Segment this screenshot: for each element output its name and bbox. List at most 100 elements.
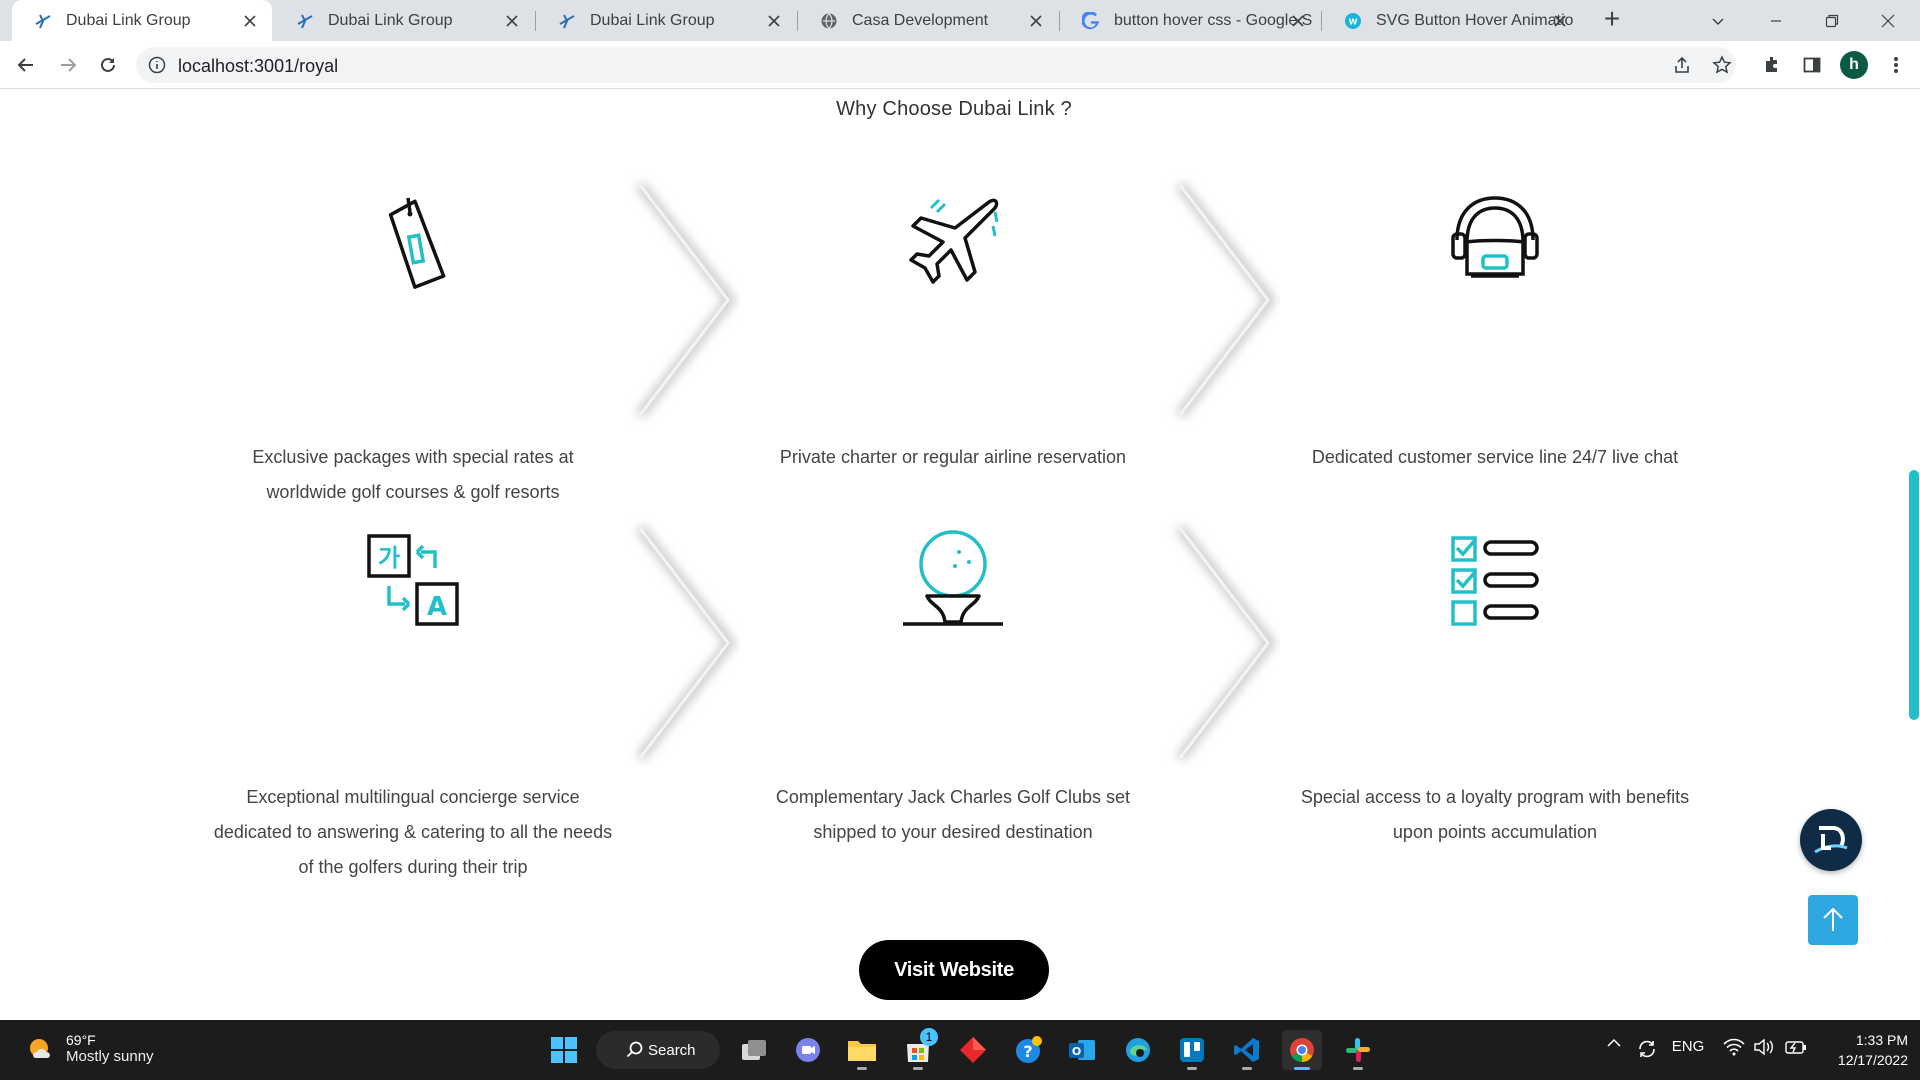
site-info-icon[interactable] bbox=[148, 56, 166, 74]
wifi-icon[interactable] bbox=[1720, 1038, 1748, 1056]
browser-tab[interactable]: Dubai Link Group bbox=[536, 0, 796, 41]
sync-icon[interactable] bbox=[1634, 1038, 1660, 1060]
dubai-link-logo-badge[interactable] bbox=[1800, 809, 1862, 871]
minimize-button[interactable] bbox=[1748, 0, 1804, 41]
back-button[interactable] bbox=[10, 49, 42, 81]
browser-toolbar: localhost:3001/royal h bbox=[0, 41, 1920, 89]
trello-icon bbox=[1180, 1038, 1204, 1062]
side-panel-icon[interactable] bbox=[1800, 53, 1824, 77]
share-icon[interactable] bbox=[1670, 53, 1694, 77]
outlook-icon: O bbox=[1069, 1040, 1095, 1060]
globe-icon bbox=[820, 12, 838, 30]
chevron-separator bbox=[1176, 181, 1277, 419]
slack-button[interactable] bbox=[1338, 1030, 1378, 1070]
tab-separator bbox=[1059, 11, 1060, 31]
tab-separator bbox=[535, 11, 536, 31]
forward-button[interactable] bbox=[52, 49, 84, 81]
vscode-button[interactable] bbox=[1227, 1030, 1267, 1070]
help-app-button[interactable]: ? bbox=[1008, 1030, 1048, 1070]
svg-text:O: O bbox=[1072, 1045, 1081, 1058]
vscode-icon bbox=[1234, 1038, 1259, 1062]
tab-close-icon[interactable] bbox=[764, 11, 784, 31]
partly-sunny-icon bbox=[30, 1039, 50, 1058]
folder-icon bbox=[848, 1041, 876, 1061]
feature-text: Exclusive packages with special rates at… bbox=[252, 447, 574, 502]
svg-text:W: W bbox=[1349, 17, 1358, 26]
browser-tab[interactable]: W SVG Button Hover Animatio bbox=[1322, 0, 1582, 41]
tab-title: button hover css - Google S bbox=[1114, 11, 1313, 29]
show-hidden-icons-chevron-icon[interactable] bbox=[1604, 1038, 1624, 1048]
file-explorer-button[interactable] bbox=[842, 1030, 882, 1070]
tab-close-icon[interactable] bbox=[240, 11, 260, 31]
tab-title: Casa Development bbox=[852, 11, 989, 29]
start-button[interactable] bbox=[544, 1030, 584, 1070]
dubai-link-icon bbox=[34, 12, 52, 30]
chevron-separator bbox=[636, 181, 737, 419]
search-icon bbox=[626, 1041, 643, 1058]
tab-close-icon[interactable] bbox=[502, 11, 522, 31]
weather-condition: Mostly sunny bbox=[66, 1048, 154, 1065]
task-view-button[interactable] bbox=[734, 1030, 774, 1070]
trello-button[interactable] bbox=[1172, 1030, 1212, 1070]
edge-icon bbox=[1126, 1038, 1150, 1062]
close-window-button[interactable] bbox=[1860, 0, 1916, 41]
tab-separator bbox=[1321, 11, 1322, 31]
translate-icon: 가 A bbox=[367, 534, 459, 626]
search-label: Search bbox=[648, 1041, 696, 1059]
volume-icon[interactable] bbox=[1750, 1038, 1778, 1056]
system-clock[interactable]: 1:33 PM 12/17/2022 bbox=[1820, 1030, 1908, 1070]
clock-time: 1:33 PM bbox=[1855, 1032, 1908, 1048]
battery-charging-icon[interactable] bbox=[1782, 1038, 1810, 1056]
browser-tab-strip: Dubai Link Group Dubai Link Group Dubai Li… bbox=[0, 0, 1920, 41]
store-badge: 1 bbox=[920, 1028, 938, 1046]
tab-close-icon[interactable] bbox=[1550, 11, 1570, 31]
new-tab-button[interactable]: + bbox=[1598, 5, 1626, 34]
tab-close-icon[interactable] bbox=[1288, 11, 1308, 31]
tab-close-icon[interactable] bbox=[1026, 11, 1046, 31]
url-text[interactable]: localhost:3001/royal bbox=[178, 56, 338, 77]
extensions-puzzle-icon[interactable] bbox=[1760, 53, 1784, 77]
tab-title: Dubai Link Group bbox=[328, 11, 453, 29]
browser-tab[interactable]: Dubai Link Group bbox=[12, 0, 272, 41]
taskbar-search[interactable]: Search bbox=[596, 1031, 720, 1069]
address-bar[interactable]: localhost:3001/royal bbox=[136, 47, 1736, 83]
edge-button[interactable] bbox=[1118, 1030, 1158, 1070]
microsoft-store-button[interactable]: 1 bbox=[898, 1028, 938, 1070]
language-indicator[interactable]: ENG bbox=[1670, 1038, 1706, 1055]
page-scrollbar-thumb[interactable] bbox=[1909, 470, 1919, 720]
chevron-separator bbox=[1176, 524, 1277, 762]
tab-title: SVG Button Hover Animatio bbox=[1376, 11, 1574, 29]
reload-button[interactable] bbox=[92, 49, 124, 81]
airplane-icon bbox=[909, 198, 999, 284]
clock-date: 12/17/2022 bbox=[1837, 1052, 1908, 1068]
feature-text: Special access to a loyalty program with… bbox=[1300, 787, 1690, 842]
page-content: Why Choose Dubai Link ? Exclusive packag… bbox=[0, 90, 1920, 1020]
outlook-button[interactable]: O bbox=[1062, 1030, 1102, 1070]
web-icon: W bbox=[1344, 12, 1362, 30]
svg-text:A: A bbox=[427, 592, 447, 622]
git-app-button[interactable] bbox=[953, 1030, 993, 1070]
windows-logo-icon bbox=[551, 1037, 577, 1063]
checklist-icon bbox=[1451, 536, 1539, 626]
feature-text: Complementary Jack Charles Golf Clubs se… bbox=[775, 787, 1131, 842]
browser-tab[interactable]: Dubai Link Group bbox=[274, 0, 534, 41]
google-icon bbox=[1082, 11, 1100, 30]
arrow-up-icon bbox=[1823, 907, 1843, 931]
chrome-menu-kebab-icon[interactable] bbox=[1884, 53, 1908, 77]
chrome-button[interactable] bbox=[1282, 1030, 1322, 1070]
profile-avatar[interactable]: h bbox=[1840, 51, 1868, 79]
browser-tab[interactable]: Casa Development bbox=[798, 0, 1058, 41]
headset-agent-icon bbox=[1451, 196, 1539, 278]
browser-tab[interactable]: button hover css - Google S bbox=[1060, 0, 1320, 41]
teams-chat-icon bbox=[796, 1038, 820, 1062]
slack-icon bbox=[1346, 1038, 1370, 1062]
tab-search-chevron-icon[interactable] bbox=[1690, 0, 1746, 41]
teams-chat-button[interactable] bbox=[788, 1030, 828, 1070]
price-tag-icon bbox=[388, 197, 446, 289]
scroll-to-top-button[interactable] bbox=[1808, 895, 1858, 945]
restore-button[interactable] bbox=[1804, 0, 1860, 41]
weather-widget[interactable]: 69°F Mostly sunny bbox=[26, 1032, 154, 1066]
bookmark-star-icon[interactable] bbox=[1710, 53, 1734, 77]
visit-website-button[interactable]: Visit Website bbox=[859, 940, 1049, 1000]
dubai-link-icon bbox=[558, 12, 576, 30]
